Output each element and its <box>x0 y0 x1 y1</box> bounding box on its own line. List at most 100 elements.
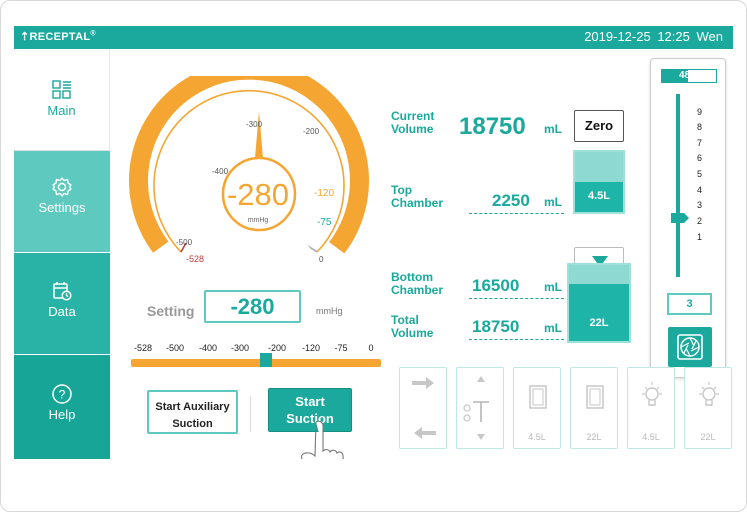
tool-sub-label: 4.5L <box>528 432 546 442</box>
gauge-tick-label: -200 <box>303 127 320 136</box>
level-tick-label: 6 <box>697 153 703 163</box>
bottom-chamber-value: 16500 <box>472 276 520 295</box>
start-auxiliary-suction-button[interactable]: Start Auxiliary Suction <box>147 390 238 434</box>
total-volume-label: Total Volume <box>391 314 433 340</box>
label-line: Bottom <box>391 270 433 284</box>
level-tick-label: 1 <box>697 232 703 242</box>
scale-label: -75 <box>334 343 348 353</box>
tool-sub-label: 22L <box>586 432 602 442</box>
total-volume-underline <box>469 339 564 340</box>
level-slider-track[interactable] <box>676 94 680 277</box>
sidebar-item-help[interactable]: ? Help <box>14 355 110 459</box>
hand-pointer-icon <box>300 421 344 459</box>
current-volume-unit: mL <box>544 122 562 136</box>
top-chamber-tank: 4.5L <box>573 150 625 214</box>
pressure-gauge: -280 mmHg -300 -200 -400 -120 -75 -500 -… <box>129 76 369 264</box>
date-text: 2019-12-25 <box>584 29 651 44</box>
valve-toggle-button[interactable] <box>456 367 504 449</box>
sidebar-item-data[interactable]: Data <box>14 253 110 354</box>
level-tick-label: 5 <box>697 169 703 179</box>
level-tick-label: 2 <box>697 216 703 226</box>
bottom-chamber-underline <box>469 298 564 299</box>
bottom-chamber-tank: 22L <box>567 263 631 343</box>
gauge-tick-label: -500 <box>176 238 193 247</box>
top-chamber-door-button[interactable]: 4.5L <box>513 367 561 449</box>
label-line: Volume <box>391 326 434 340</box>
screen: ⇡RECEPTAL® 2019-12-25 12:25 Wen Main Set… <box>14 26 733 459</box>
setting-value-field[interactable]: -280 <box>204 290 301 323</box>
button-label-line1: Start <box>295 394 325 409</box>
level-tick-label: 4 <box>697 185 703 195</box>
aperture-button[interactable] <box>668 327 712 367</box>
calendar-clock-icon <box>53 282 72 301</box>
gauge-tick-label: -400 <box>212 167 229 176</box>
level-tick-label: 9 <box>697 107 703 117</box>
gear-icon <box>52 177 72 197</box>
level-tick-label: 8 <box>697 122 703 132</box>
sidebar-item-label: Main <box>47 103 76 118</box>
level-value-field[interactable]: 3 <box>667 293 712 315</box>
scale-label: -300 <box>230 343 250 353</box>
gauge-needle <box>255 111 263 158</box>
current-volume-value: 18750 <box>459 113 526 140</box>
scale-label: -120 <box>301 343 321 353</box>
grid-list-icon <box>51 80 71 99</box>
gauge-tick-label: -300 <box>246 120 263 129</box>
sidebar-item-settings[interactable]: Settings <box>14 151 110 252</box>
pressure-slider-handle[interactable] <box>260 353 272 367</box>
transfer-direction-button[interactable] <box>399 367 447 449</box>
level-slider-handle[interactable] <box>671 213 689 223</box>
label-line: Top <box>391 183 413 197</box>
label-line: Chamber <box>391 283 444 297</box>
bottom-chamber-door-button[interactable]: 22L <box>570 367 618 449</box>
level-percent-text: 48% <box>678 70 699 81</box>
level-tick-label: 7 <box>697 138 703 148</box>
top-chamber-label: Top Chamber <box>391 184 443 210</box>
total-volume-value: 18750 <box>472 317 520 336</box>
total-volume-unit: mL <box>544 321 562 335</box>
setting-unit: mmHg <box>316 306 343 316</box>
label-line: Volume <box>391 122 434 136</box>
level-tick-label: 3 <box>697 200 703 210</box>
scale-label: -400 <box>198 343 218 353</box>
gauge-tick-label-limit: -528 <box>186 254 204 264</box>
clock: 2019-12-25 12:25 Wen <box>584 29 723 44</box>
gauge-tick-label-accent: -75 <box>317 217 332 228</box>
sidebar-item-label: Help <box>48 407 76 422</box>
top-chamber-value: 2250 <box>492 191 530 210</box>
bottom-chamber-light-button[interactable]: 22L <box>684 367 732 449</box>
button-divider <box>250 396 251 432</box>
button-label-line1: Start Auxiliary <box>155 401 230 413</box>
top-chamber-underline <box>469 213 564 214</box>
scale-label: -528 <box>133 343 153 353</box>
level-percent-bar: 48% <box>661 69 717 83</box>
setting-label: Setting <box>147 303 195 319</box>
tool-sub-label: 22L <box>700 432 716 442</box>
top-chamber-unit: mL <box>544 195 562 209</box>
label-line: Chamber <box>391 196 444 210</box>
brand-mark: ® <box>90 30 96 38</box>
sidebar-item-label: Data <box>48 304 76 319</box>
tank-capacity-label: 22L <box>589 317 609 329</box>
gauge-tick-label: 0 <box>319 255 324 264</box>
tank-fill <box>569 284 629 341</box>
svg-text:?: ? <box>59 388 66 402</box>
sidebar-item-label: Settings <box>38 200 86 215</box>
tool-sub-label: 4.5L <box>642 432 660 442</box>
scale-label: -500 <box>165 343 185 353</box>
brand-name: RECEPTAL <box>29 31 91 43</box>
brand-arrow-icon: ⇡ <box>20 31 30 43</box>
valve-icon <box>463 376 489 440</box>
current-volume-label: Current Volume <box>391 110 434 136</box>
label-line: Total <box>391 313 419 327</box>
brand-logo: ⇡RECEPTAL® <box>20 30 96 43</box>
scale-label: 0 <box>368 343 374 353</box>
top-chamber-light-button[interactable]: 4.5L <box>627 367 675 449</box>
gauge-value: -280 <box>227 177 289 212</box>
sidebar-item-main[interactable]: Main <box>14 49 110 150</box>
sidebar: Main Settings Data ? Help <box>14 49 110 459</box>
label-line: Current <box>391 109 435 123</box>
pressure-slider-track[interactable] <box>131 359 381 367</box>
zero-button[interactable]: Zero <box>574 110 624 142</box>
weekday-text: Wen <box>696 29 724 44</box>
